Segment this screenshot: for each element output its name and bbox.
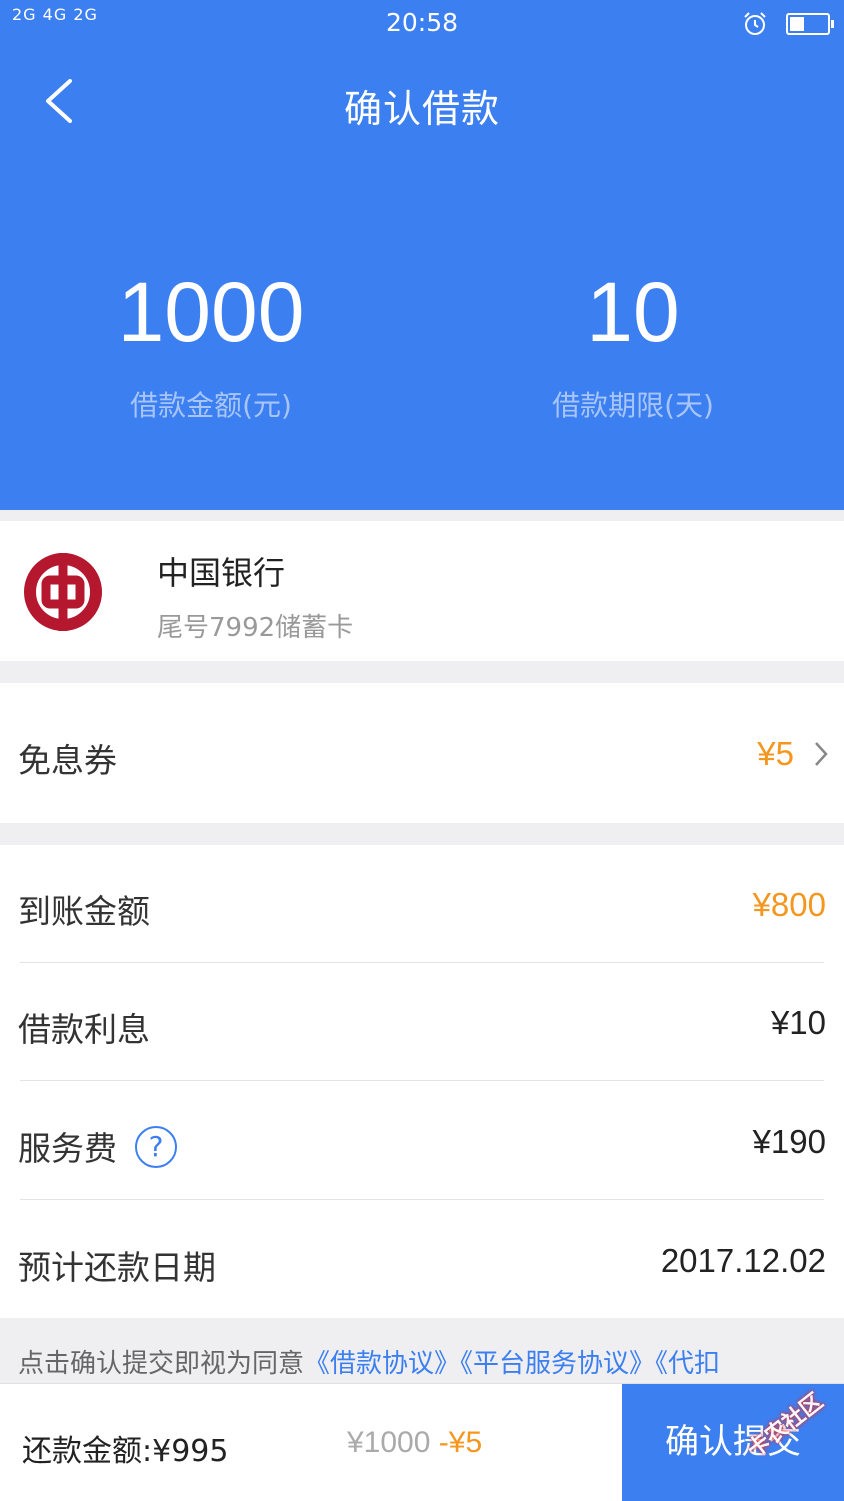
- agreement-prefix: 点击确认提交即视为同意: [18, 1349, 305, 1379]
- status-time: 20:58: [385, 8, 459, 37]
- divider: [20, 1199, 824, 1200]
- divider: [20, 1080, 824, 1081]
- repay-calculation: ¥1000 -¥5: [347, 1426, 482, 1460]
- status-bar: 2G 4G 2G 20:58: [0, 0, 844, 46]
- bank-card-row[interactable]: 中国银行 尾号7992储蓄卡: [0, 521, 844, 661]
- calc-minus: -: [438, 1426, 449, 1459]
- bottom-bar: 还款金额:¥995 ¥1000 -¥5 确认提交: [0, 1383, 844, 1501]
- received-amount-value: ¥800: [752, 886, 826, 923]
- bank-card-number: 尾号7992储蓄卡: [157, 613, 354, 643]
- agreement-notice: 点击确认提交即视为同意《借款协议》《平台服务协议》《代扣: [18, 1343, 720, 1380]
- bank-name: 中国银行: [157, 554, 286, 592]
- status-icons: [742, 9, 834, 37]
- bank-of-china-logo-icon: [24, 553, 102, 631]
- repay-amount: 还款金额:¥995: [22, 1426, 228, 1470]
- debit-agreement-link[interactable]: 《代扣: [655, 1349, 720, 1379]
- repay-amount-label: 还款金额:: [22, 1434, 153, 1469]
- coupon-row[interactable]: 免息券 ¥5: [0, 683, 844, 823]
- interest-value: ¥10: [770, 1004, 826, 1041]
- calc-base: ¥1000: [347, 1426, 431, 1459]
- repay-date-label: 预计还款日期: [18, 1248, 216, 1287]
- loan-term-label: 借款期限(天): [552, 389, 714, 422]
- page-title: 确认借款: [343, 87, 500, 131]
- coupon-value: ¥5: [757, 735, 794, 772]
- repay-date-value: 2017.12.02: [660, 1242, 826, 1279]
- loan-agreement-link[interactable]: 《借款协议》: [304, 1349, 460, 1379]
- divider: [20, 962, 824, 963]
- calc-discount: ¥5: [448, 1426, 483, 1459]
- repay-amount-value: ¥995: [152, 1434, 229, 1469]
- platform-service-agreement-link[interactable]: 《平台服务协议》: [460, 1349, 655, 1379]
- loan-amount-label: 借款金额(元): [130, 389, 292, 422]
- loan-term-value: 10: [586, 265, 680, 359]
- service-fee-label: 服务费: [18, 1129, 117, 1168]
- service-fee-value: ¥190: [752, 1123, 826, 1160]
- loan-details: 到账金额 ¥800 借款利息 ¥10 服务费? ¥190 预计还款日期 2017…: [0, 845, 844, 1318]
- header: 2G 4G 2G 20:58 确认借款 1000 借款金额(元) 10 借款期限…: [0, 0, 844, 510]
- service-fee-label-group: 服务费?: [18, 1122, 177, 1172]
- received-amount-label: 到账金额: [18, 892, 150, 931]
- interest-label: 借款利息: [18, 1010, 150, 1049]
- alarm-icon: [744, 12, 767, 35]
- coupon-label: 免息券: [18, 741, 117, 780]
- loan-amount: 1000 借款金额(元): [0, 262, 422, 424]
- chevron-right-icon: [815, 742, 828, 766]
- battery-icon: [786, 13, 834, 35]
- loan-term: 10 借款期限(天): [422, 262, 844, 424]
- loan-amount-value: 1000: [117, 265, 305, 359]
- help-icon[interactable]: ?: [135, 1125, 177, 1168]
